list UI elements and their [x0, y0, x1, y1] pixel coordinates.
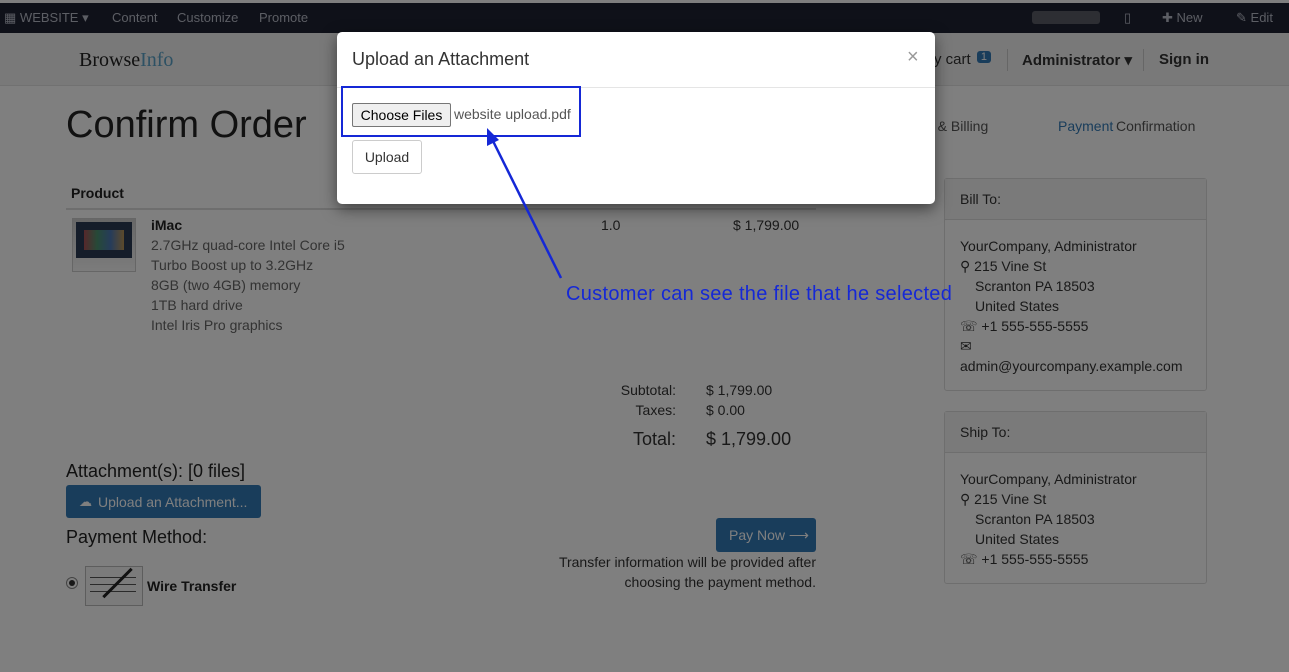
- upload-button[interactable]: Upload: [352, 140, 422, 174]
- selected-file-name: website upload.pdf: [454, 106, 571, 122]
- annotation-text: Customer can see the file that he select…: [566, 283, 953, 305]
- close-icon[interactable]: ×: [907, 46, 919, 69]
- upload-attachment-modal: Upload an Attachment × Choose Files webs…: [337, 32, 935, 204]
- modal-title: Upload an Attachment: [352, 49, 530, 69]
- choose-files-button[interactable]: Choose Files: [352, 103, 451, 127]
